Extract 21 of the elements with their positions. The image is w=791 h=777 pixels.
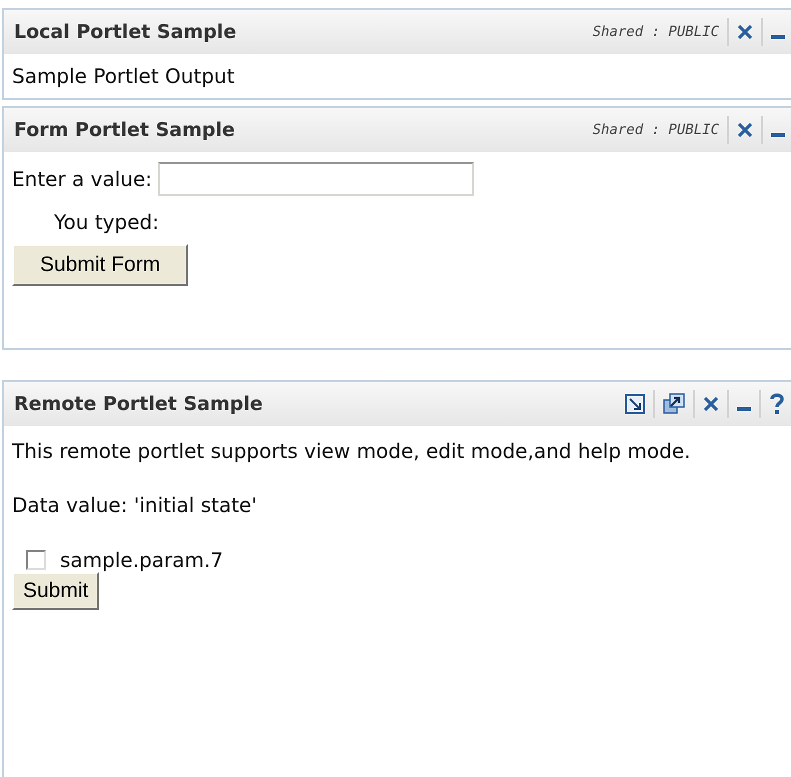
submit-button[interactable]: Submit xyxy=(12,572,100,610)
field-label: Enter a value: xyxy=(12,167,152,191)
checkbox[interactable] xyxy=(26,550,46,570)
help-icon[interactable] xyxy=(769,393,785,415)
description-text: This remote portlet supports view mode, edit mode,and help mode. xyxy=(12,438,692,465)
shared-label: Shared : PUBLIC xyxy=(592,122,719,138)
portlet-title: Local Portlet Sample xyxy=(14,21,236,43)
description-text: Data value: 'initial state' xyxy=(12,492,258,519)
checkbox-label: sample.param.7 xyxy=(60,548,224,572)
submit-form-button[interactable]: Submit Form xyxy=(12,244,188,286)
portlet-title: Remote Portlet Sample xyxy=(14,393,263,415)
close-icon[interactable] xyxy=(737,122,753,138)
typed-label: You typed: xyxy=(54,210,160,234)
close-icon[interactable] xyxy=(703,396,719,412)
value-input-field[interactable] xyxy=(158,162,474,196)
shared-label: Shared : PUBLIC xyxy=(592,24,719,40)
popout-icon[interactable] xyxy=(663,393,685,415)
portlet-title: Form Portlet Sample xyxy=(14,119,235,141)
close-icon[interactable] xyxy=(737,24,753,40)
edit-icon[interactable] xyxy=(625,394,645,414)
output-text: Sample Portlet Output xyxy=(12,64,236,88)
